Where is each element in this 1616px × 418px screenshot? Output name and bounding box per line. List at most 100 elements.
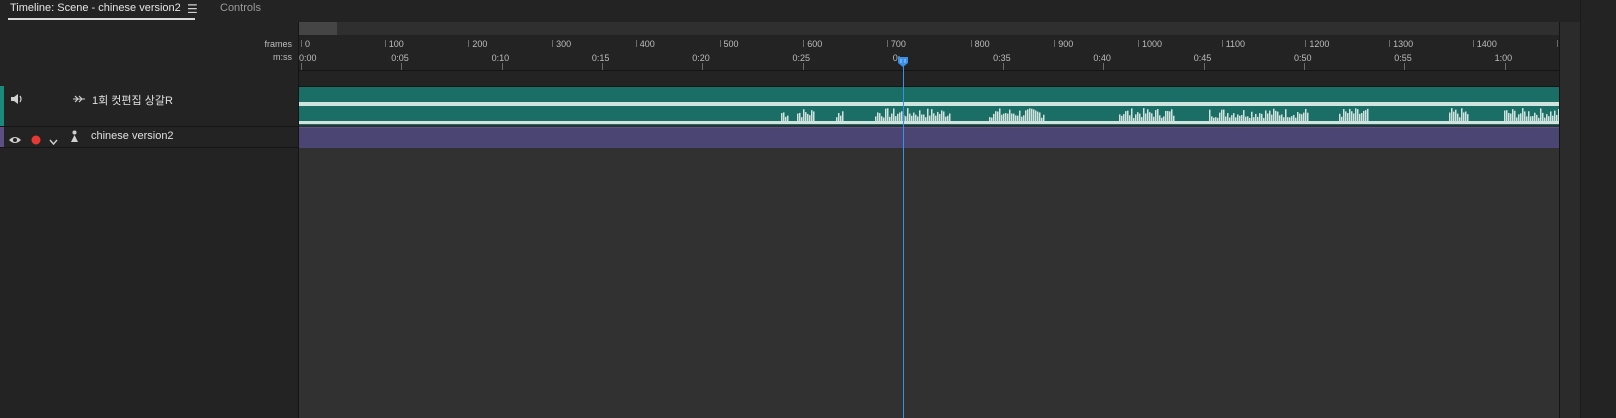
frame-tick-mark [1556,40,1558,47]
waveform-bar [937,111,939,121]
frame-tick-mark [1472,40,1474,47]
waveform-bar [1449,112,1451,121]
time-tick-mark [1504,63,1506,70]
waveform-bar [1297,111,1299,121]
waveform-bar [1259,113,1261,121]
playhead-handle-icon[interactable] [897,56,909,68]
waveform-bar [1465,111,1467,121]
audio-track-color-bar [0,86,4,126]
waveform-bar [1540,108,1542,121]
video-track-header[interactable]: chinese version2 [0,127,298,148]
speaker-icon[interactable] [10,92,24,110]
waveform-bar [807,113,809,121]
frame-tick-label: 500 [723,39,739,49]
waveform-bar [1007,113,1009,121]
playhead-line[interactable] [903,62,904,418]
frame-tick-mark [635,40,637,47]
time-tick-label: 0:45 [1193,53,1212,63]
waveform-bar [907,108,909,121]
waveform-bar [1039,112,1041,121]
waveform-bar [1119,114,1121,121]
waveform-bar [995,111,997,121]
waveform-bar [797,113,799,121]
waveform-bar [1343,109,1345,121]
waveform-bar [1223,109,1225,121]
video-clip[interactable] [299,127,1559,148]
frame-tick-label: 1300 [1393,39,1414,49]
waveform-bar [813,111,815,121]
waveform-bar [909,113,911,121]
time-tick-label: 0:10 [491,53,510,63]
frame-tick-mark [1221,40,1223,47]
waveform-bar [1451,108,1453,121]
waveform-bar [927,108,929,121]
hamburger-icon[interactable]: ☰ [187,2,198,16]
waveform-bar [1243,110,1245,121]
eye-icon[interactable] [8,132,22,150]
waveform-bar [1307,112,1309,121]
waveform-bar [1518,114,1520,121]
audio-waveform-icon[interactable] [72,92,86,110]
waveform-bar [1029,108,1031,121]
puppet-icon[interactable] [70,130,79,148]
waveform-bar [897,113,899,121]
time-tick-label: 0:35 [993,53,1011,63]
time-tick-mark [301,63,302,70]
audio-waveform [781,108,1559,121]
waveform-bar [1165,110,1167,121]
waveform-bar [1349,108,1351,121]
waveform-bar [1455,109,1457,121]
audio-clip-divider-line [299,102,1559,106]
waveform-bar [999,108,1001,121]
waveform-bar [1361,113,1363,121]
time-tick-label: 0:00 [299,53,317,63]
waveform-bar [1359,113,1361,121]
frame-tick-label: 900 [1058,39,1074,49]
waveform-bar [1003,113,1005,121]
waveform-bar [1520,113,1522,121]
waveform-bar [1155,110,1157,121]
waveform-bar [1461,108,1463,121]
waveform-bar [1301,114,1303,121]
waveform-bar [1171,109,1173,121]
waveform-bar [1463,112,1465,121]
record-dot-icon[interactable] [31,132,41,150]
horizontal-scroll-thumb[interactable] [299,22,337,35]
waveform-bar [877,112,879,121]
chevron-down-icon[interactable] [49,133,58,151]
horizontal-scroll-track[interactable] [299,22,1559,35]
waveform-bar [1035,110,1037,121]
waveform-bar [1169,111,1171,121]
frame-tick-label: 800 [974,39,990,49]
waveform-bar [1005,113,1007,121]
waveform-bar [1219,112,1221,121]
waveform-bar [1457,113,1459,121]
audio-track-name: 1회 컷편집 상갈R [92,95,173,107]
audio-clip-bottom-line [299,121,1559,124]
audio-clip[interactable] [299,87,1559,125]
time-tick-mark [1404,63,1406,70]
tab-controls[interactable]: Controls [220,2,261,14]
waveform-bar [805,112,807,121]
frame-tick-mark [1054,40,1056,47]
frame-tick-mark [886,40,888,47]
waveform-bar [1508,112,1510,121]
timeline-ruler[interactable]: 0 100 200 300 400 500 600 700 800 900 1000 1100 1200… [299,35,1568,71]
time-tick-mark [702,63,704,70]
time-tick-label: 0:05 [391,53,409,63]
vertical-scrollbar[interactable] [1559,22,1580,418]
time-tick-label: 0:50 [1294,53,1312,63]
panel-right-edge [1580,0,1616,418]
frame-tick-label: 1200 [1309,39,1330,49]
waveform-bar [842,111,844,121]
waveform-bar [1265,110,1267,121]
audio-track-header[interactable]: 1회 컷편집 상갈R [0,86,298,127]
waveform-bar [1363,110,1365,121]
waveform-bar [1281,114,1283,121]
waveform-bar [993,113,995,121]
tab-timeline[interactable]: Timeline: Scene - chinese version2 [8,2,195,20]
waveform-bar [931,109,933,121]
waveform-bar [1542,112,1544,121]
waveform-bar [943,111,945,121]
waveform-bar [1151,113,1153,121]
